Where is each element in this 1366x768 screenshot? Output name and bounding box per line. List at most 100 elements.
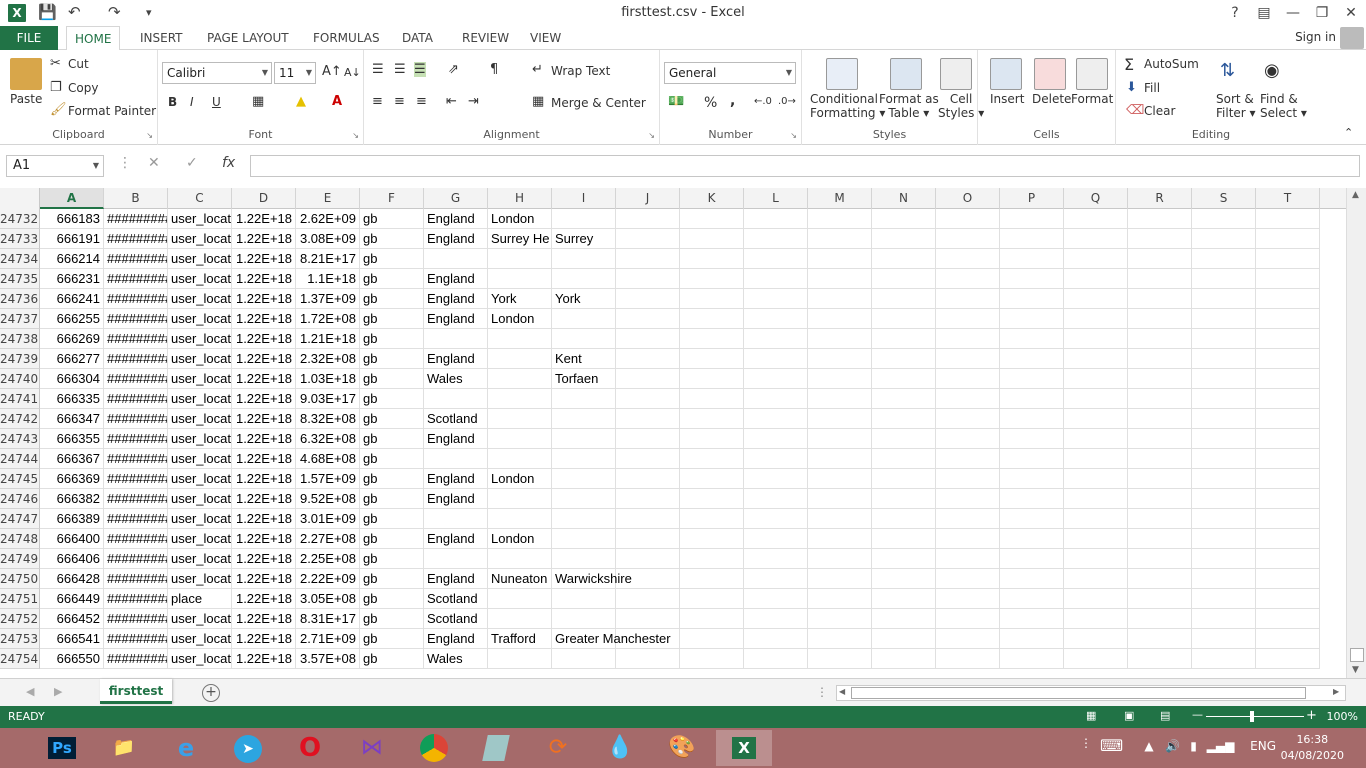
- cell-l24733[interactable]: [744, 229, 808, 249]
- cell-h24742[interactable]: [488, 409, 552, 429]
- cell-b24750[interactable]: #########: [104, 569, 168, 589]
- cell-j24754[interactable]: [616, 649, 680, 669]
- cell-s24738[interactable]: [1192, 329, 1256, 349]
- cell-h24734[interactable]: [488, 249, 552, 269]
- cell-j24734[interactable]: [616, 249, 680, 269]
- cell-n24743[interactable]: [872, 429, 936, 449]
- cell-c24751[interactable]: place: [168, 589, 232, 609]
- row-header[interactable]: 24754: [0, 649, 40, 669]
- cell-g24749[interactable]: [424, 549, 488, 569]
- cell-n24739[interactable]: [872, 349, 936, 369]
- cell-o24738[interactable]: [936, 329, 1000, 349]
- vertical-scroll-thumb[interactable]: [1350, 648, 1364, 662]
- cell-f24744[interactable]: gb: [360, 449, 424, 469]
- cell-q24740[interactable]: [1064, 369, 1128, 389]
- cell-o24733[interactable]: [936, 229, 1000, 249]
- volume-icon[interactable]: 🔊: [1165, 739, 1180, 753]
- cell-m24744[interactable]: [808, 449, 872, 469]
- cell-g24733[interactable]: England: [424, 229, 488, 249]
- cell-r24738[interactable]: [1128, 329, 1192, 349]
- cell-g24752[interactable]: Scotland: [424, 609, 488, 629]
- cell-a24740[interactable]: 666304: [40, 369, 104, 389]
- zoom-out-icon[interactable]: —: [1192, 708, 1203, 721]
- font-family-combo[interactable]: Calibri ▼: [162, 62, 272, 84]
- cell-o24752[interactable]: [936, 609, 1000, 629]
- row-header[interactable]: 24737: [0, 309, 40, 329]
- cell-g24737[interactable]: England: [424, 309, 488, 329]
- cell-k24736[interactable]: [680, 289, 744, 309]
- cell-p24746[interactable]: [1000, 489, 1064, 509]
- cell-f24754[interactable]: gb: [360, 649, 424, 669]
- cell-o24745[interactable]: [936, 469, 1000, 489]
- cell-p24732[interactable]: [1000, 209, 1064, 229]
- tab-page-layout[interactable]: PAGE LAYOUT: [199, 26, 297, 50]
- cell-j24750[interactable]: [616, 569, 680, 589]
- cell-j24735[interactable]: [616, 269, 680, 289]
- scroll-down-icon[interactable]: ▼: [1352, 665, 1359, 675]
- cell-e24741[interactable]: 9.03E+17: [296, 389, 360, 409]
- cell-d24740[interactable]: 1.22E+18: [232, 369, 296, 389]
- cell-b24754[interactable]: #########: [104, 649, 168, 669]
- cell-c24741[interactable]: user_locat: [168, 389, 232, 409]
- autosum-button[interactable]: AutoSum: [1144, 57, 1199, 71]
- cell-f24750[interactable]: gb: [360, 569, 424, 589]
- clear-button[interactable]: Clear: [1144, 104, 1175, 118]
- splitter-icon[interactable]: ⋮: [816, 685, 828, 699]
- cell-r24732[interactable]: [1128, 209, 1192, 229]
- cell-o24753[interactable]: [936, 629, 1000, 649]
- cell-g24738[interactable]: [424, 329, 488, 349]
- ribbon-display-icon[interactable]: ▤: [1251, 2, 1277, 24]
- plus-circle-icon[interactable]: +: [202, 684, 220, 702]
- cell-m24753[interactable]: [808, 629, 872, 649]
- cell-i24753[interactable]: Greater Manchester: [552, 629, 671, 649]
- taskbar-ie-icon[interactable]: e: [158, 730, 214, 766]
- cell-k24746[interactable]: [680, 489, 744, 509]
- tab-insert[interactable]: INSERT: [132, 26, 191, 50]
- cell-a24754[interactable]: 666550: [40, 649, 104, 669]
- cell-l24737[interactable]: [744, 309, 808, 329]
- cell-q24742[interactable]: [1064, 409, 1128, 429]
- cut-button[interactable]: Cut: [68, 57, 89, 71]
- cell-r24746[interactable]: [1128, 489, 1192, 509]
- tab-file[interactable]: FILE: [0, 26, 58, 50]
- cell-m24740[interactable]: [808, 369, 872, 389]
- cell-h24736[interactable]: York: [488, 289, 552, 309]
- cell-d24737[interactable]: 1.22E+18: [232, 309, 296, 329]
- cell-r24742[interactable]: [1128, 409, 1192, 429]
- cell-s24734[interactable]: [1192, 249, 1256, 269]
- cell-i24739[interactable]: Kent: [552, 349, 616, 369]
- cell-q24750[interactable]: [1064, 569, 1128, 589]
- column-header-t[interactable]: T: [1256, 188, 1320, 209]
- cell-m24732[interactable]: [808, 209, 872, 229]
- row-header[interactable]: 24741: [0, 389, 40, 409]
- align-right-icon[interactable]: ≡: [416, 94, 427, 109]
- cell-g24739[interactable]: England: [424, 349, 488, 369]
- cell-t24747[interactable]: [1256, 509, 1320, 529]
- cell-c24737[interactable]: user_locat: [168, 309, 232, 329]
- cell-n24754[interactable]: [872, 649, 936, 669]
- cell-l24732[interactable]: [744, 209, 808, 229]
- horizontal-scrollbar[interactable]: ◀ ▶: [836, 685, 1346, 701]
- column-header-b[interactable]: B: [104, 188, 168, 209]
- cell-a24741[interactable]: 666335: [40, 389, 104, 409]
- increase-indent-icon[interactable]: ⇥: [468, 94, 479, 109]
- taskbar-photoshop-icon[interactable]: Ps: [34, 730, 90, 766]
- cell-t24736[interactable]: [1256, 289, 1320, 309]
- cell-l24739[interactable]: [744, 349, 808, 369]
- column-header-a[interactable]: A: [40, 188, 104, 209]
- cell-p24748[interactable]: [1000, 529, 1064, 549]
- alignment-launcher-icon[interactable]: ↘: [648, 131, 655, 140]
- cell-n24745[interactable]: [872, 469, 936, 489]
- cell-k24744[interactable]: [680, 449, 744, 469]
- row-header[interactable]: 24744: [0, 449, 40, 469]
- cell-d24754[interactable]: 1.22E+18: [232, 649, 296, 669]
- cell-d24742[interactable]: 1.22E+18: [232, 409, 296, 429]
- cell-g24751[interactable]: Scotland: [424, 589, 488, 609]
- cell-t24741[interactable]: [1256, 389, 1320, 409]
- cell-m24752[interactable]: [808, 609, 872, 629]
- cell-m24748[interactable]: [808, 529, 872, 549]
- cell-k24735[interactable]: [680, 269, 744, 289]
- avatar[interactable]: [1340, 27, 1364, 49]
- delete-button[interactable]: Delete: [1032, 92, 1071, 106]
- cell-f24745[interactable]: gb: [360, 469, 424, 489]
